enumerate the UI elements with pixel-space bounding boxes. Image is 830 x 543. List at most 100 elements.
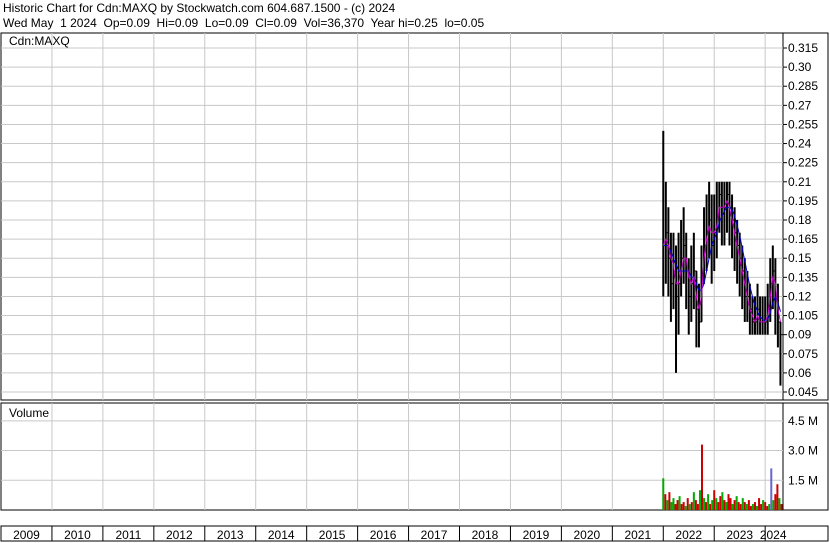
volume-panel-title: Volume [9,406,49,420]
price-y-tick-label: 0.225 [788,156,818,170]
volume-bar [766,506,769,510]
volume-bar [743,502,746,510]
volume-bar [778,498,781,510]
volume-bar [735,496,738,510]
volume-bar [776,484,779,510]
volume-bar [764,502,767,510]
price-y-tick-label: 0.075 [788,347,818,361]
volume-bar [749,506,752,510]
x-tick-label: 2015 [319,528,346,542]
volume-bar [703,498,706,510]
volume-bar [709,504,712,510]
volume-bar [727,494,730,510]
volume-bar [745,504,748,510]
price-y-tick-label: 0.21 [788,175,812,189]
volume-bar [680,504,683,510]
volume-bar [717,502,720,510]
volume-bar [664,494,667,510]
volume-bar [770,468,773,510]
volume-bar [741,498,744,510]
volume-bar [723,500,726,510]
volume-bar [690,502,693,510]
volume-bar [670,502,673,510]
price-y-tick-label: 0.09 [788,328,812,342]
volume-bar [688,504,691,510]
volume-bar [768,504,771,510]
x-tick-label: 2021 [624,528,651,542]
volume-bar [700,444,703,510]
volume-panel-frame [0,402,829,511]
volume-bar [672,498,675,510]
price-y-tick-label: 0.255 [788,117,818,131]
volume-bar [713,490,716,510]
x-tick-label: 2023 [726,528,753,542]
price-y-tick-label: 0.06 [788,366,812,380]
x-tick-label: 2018 [472,528,499,542]
volume-bar [682,502,685,510]
x-tick-label: 2024 [760,528,787,542]
volume-bar [772,500,775,510]
volume-bar [684,506,687,510]
x-tick-label: 2014 [268,528,295,542]
price-y-tick-label: 0.105 [788,309,818,323]
volume-bar [698,490,701,510]
volume-bar [747,500,750,510]
volume-bar [762,500,765,510]
volume-bar [715,498,718,510]
volume-bar [729,498,732,510]
volume-bar [760,504,763,510]
volume-bar [751,504,754,510]
volume-bar [678,496,681,510]
x-tick-label: 2010 [64,528,91,542]
price-y-tick-label: 0.30 [788,60,812,74]
volume-bar [711,500,714,510]
volume-bar [705,502,708,510]
price-y-tick-label: 0.135 [788,270,818,284]
volume-bar [725,502,728,510]
price-panel-title: Cdn:MAXQ [9,34,70,48]
price-y-tick-label: 0.165 [788,232,818,246]
x-tick-label: 2013 [217,528,244,542]
price-y-tick-label: 0.315 [788,41,818,55]
volume-bar [753,502,756,510]
volume-bar [739,504,742,510]
volume-bar [692,492,695,510]
volume-bar [674,504,677,510]
volume-bar [686,498,689,510]
price-y-tick-label: 0.195 [788,194,818,208]
volume-bar [721,492,724,510]
volume-bar [719,496,722,510]
x-tick-label: 2016 [370,528,397,542]
x-tick-label: 2017 [421,528,448,542]
price-y-tick-label: 0.18 [788,213,812,227]
volume-bar [774,494,777,510]
volume-bar [668,492,671,510]
volume-bar [662,478,665,510]
price-y-tick-label: 0.27 [788,98,812,112]
price-y-tick-label: 0.15 [788,251,812,265]
x-tick-label: 2009 [13,528,40,542]
volume-bar [707,494,710,510]
x-tick-label: 2011 [115,528,141,542]
x-tick-label: 2012 [166,528,193,542]
volume-bar [737,502,740,510]
volume-bar [756,506,759,510]
volume-bar [731,504,734,510]
x-tick-label: 2020 [574,528,601,542]
chart-canvas: 2009 2010 2011 2012 2013 2014 2015 2016 2017 2018… [0,32,829,542]
volume-y-tick-label: 1.5 M [788,473,818,487]
price-y-tick-label: 0.285 [788,79,818,93]
price-y-tick-label: 0.045 [788,385,818,399]
volume-bar [780,504,783,510]
volume-y-tick-label: 4.5 M [788,414,818,428]
volume-bar [758,498,761,510]
volume-bar [694,500,697,510]
volume-bar [696,504,699,510]
x-tick-label: 2019 [523,528,550,542]
x-tick-label: 2022 [675,528,702,542]
volume-bar [676,500,679,510]
volume-y-tick-label: 3.0 M [788,444,818,458]
price-y-tick-label: 0.24 [788,137,812,151]
volume-bar [666,500,669,510]
volume-bar [733,500,736,510]
